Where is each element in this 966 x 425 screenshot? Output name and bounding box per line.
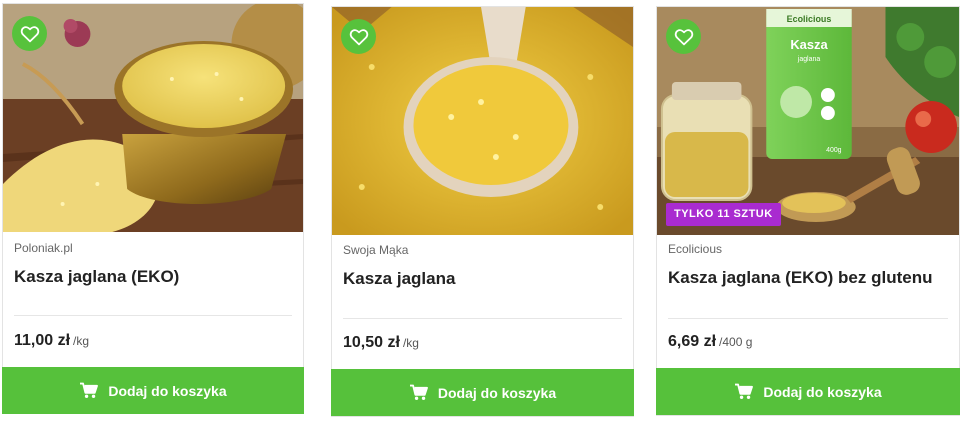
favorite-button[interactable] — [12, 16, 47, 51]
svg-text:Kasza: Kasza — [790, 37, 828, 52]
heart-outline-icon — [349, 28, 368, 45]
cart-icon — [409, 384, 428, 400]
price-unit: /kg — [402, 336, 419, 350]
product-card[interactable]: Ecolicious Kasza jaglana 400g TYLKO 11 S… — [656, 6, 960, 416]
svg-text:Ecolicious: Ecolicious — [787, 14, 832, 24]
product-card[interactable]: Poloniak.pl Kasza jaglana (EKO) 11,00 zł… — [2, 3, 304, 414]
heart-outline-icon — [674, 28, 693, 45]
favorite-button[interactable] — [341, 19, 376, 54]
divider — [343, 318, 622, 319]
product-price: 10,50 zł/kg — [343, 334, 419, 352]
product-image[interactable] — [3, 4, 303, 232]
cart-button-label: Dodaj do koszyka — [763, 383, 882, 400]
cart-icon — [80, 382, 99, 398]
price-value: 6,69 zł — [668, 333, 717, 350]
product-name[interactable]: Kasza jaglana (EKO) bez glutenu — [668, 268, 933, 288]
svg-text:jaglana: jaglana — [797, 56, 821, 63]
cart-button-label: Dodaj do koszyka — [108, 382, 227, 399]
product-name[interactable]: Kasza jaglana — [343, 269, 455, 289]
svg-text:400g: 400g — [826, 147, 842, 154]
product-brand[interactable]: Ecolicious — [668, 242, 722, 256]
product-price: 11,00 zł/kg — [14, 332, 89, 350]
cart-icon — [735, 383, 754, 399]
divider — [14, 315, 292, 316]
heart-outline-icon — [20, 25, 39, 42]
stock-badge: TYLKO 11 SZTUK — [666, 203, 781, 226]
add-to-cart-button[interactable]: Dodaj do koszyka — [331, 369, 634, 416]
divider — [668, 318, 948, 319]
product-image[interactable]: Ecolicious Kasza jaglana 400g — [657, 7, 959, 235]
cart-button-label: Dodaj do koszyka — [437, 384, 557, 401]
product-name[interactable]: Kasza jaglana (EKO) — [14, 267, 179, 287]
product-price: 6,69 zł/400 g — [668, 333, 752, 351]
product-card[interactable]: Swoja Mąka Kasza jaglana 10,50 zł/kg Dod… — [331, 6, 634, 417]
product-brand[interactable]: Poloniak.pl — [14, 241, 73, 255]
product-brand[interactable]: Swoja Mąka — [343, 243, 408, 257]
price-value: 10,50 zł — [343, 334, 400, 351]
favorite-button[interactable] — [666, 19, 701, 54]
price-unit: /400 g — [719, 335, 753, 349]
add-to-cart-button[interactable]: Dodaj do koszyka — [2, 367, 304, 414]
price-value: 11,00 zł — [14, 332, 71, 349]
price-unit: /kg — [73, 334, 90, 348]
add-to-cart-button[interactable]: Dodaj do koszyka — [656, 368, 960, 415]
product-image[interactable] — [332, 7, 633, 235]
